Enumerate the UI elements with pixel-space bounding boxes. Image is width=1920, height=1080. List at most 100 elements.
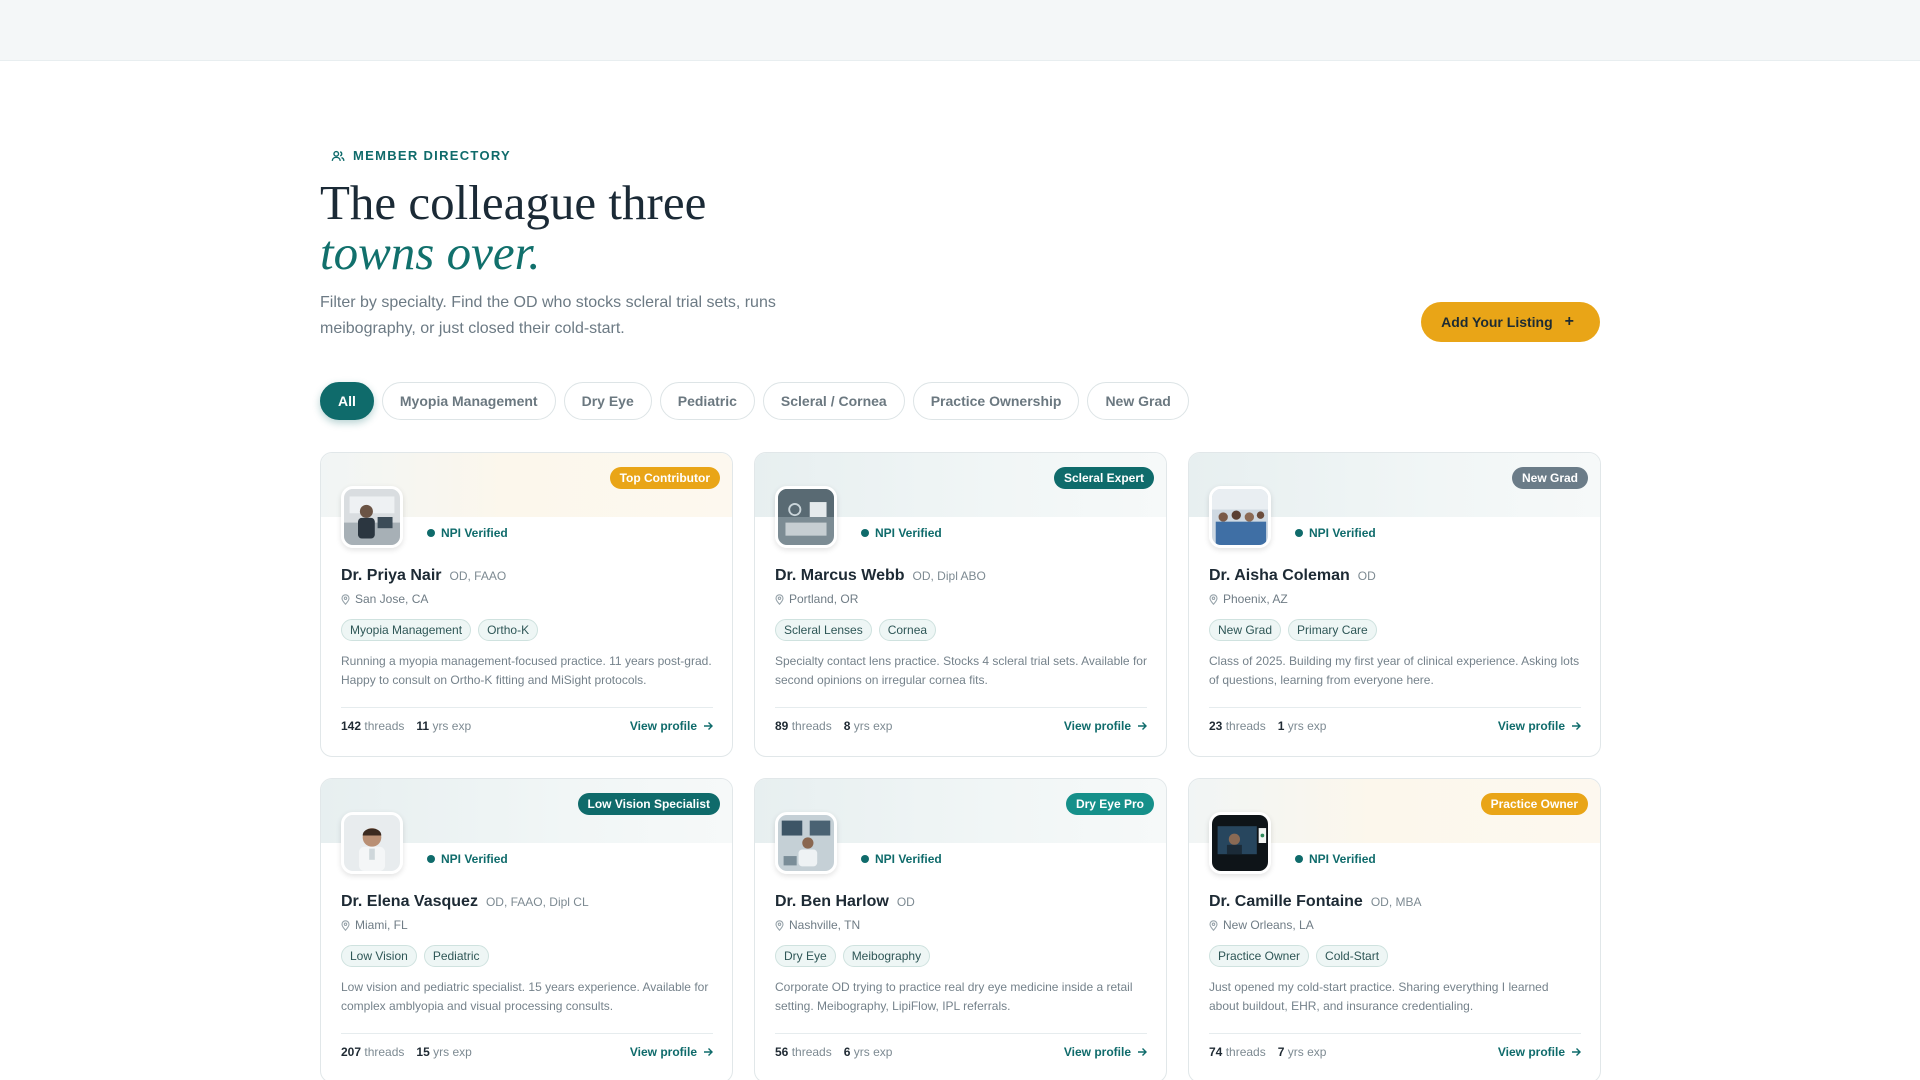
location-pin-icon <box>1209 593 1218 605</box>
filter-chip[interactable]: Practice Ownership <box>912 382 1080 420</box>
filter-chip[interactable]: Myopia Management <box>381 382 556 420</box>
view-profile-label: View profile <box>629 1044 697 1059</box>
thread-count: 56 threads <box>775 1045 832 1059</box>
name-row: Dr. Elena Vasquez OD, FAAO, Dipl CL <box>341 893 589 911</box>
verified-dot-icon <box>1295 855 1303 863</box>
member-badge: Practice Owner <box>1480 793 1588 815</box>
thread-count-value: 142 <box>341 718 362 733</box>
arrow-right-icon <box>1138 721 1147 730</box>
member-stats: 89 threads 8 yrs exp <box>775 719 892 733</box>
years-experience: 8 yrs exp <box>844 719 893 733</box>
verified-label: NPI Verified <box>441 526 508 540</box>
member-card[interactable]: Top Contributor NPI Verified Dr. Priya Nai… <box>320 452 733 757</box>
member-bio: Class of 2025. Building my first year of… <box>1209 654 1580 687</box>
member-name[interactable]: Dr. Elena Vasquez <box>341 893 478 911</box>
member-stats: 207 threads 15 yrs exp <box>341 1045 472 1059</box>
filter-chip[interactable]: New Grad <box>1087 382 1189 420</box>
name-row: Dr. Camille Fontaine OD, MBA <box>1209 893 1421 911</box>
member-card[interactable]: New Grad NPI Verified Dr. Aisha Coleman OD P… <box>1188 452 1601 757</box>
member-bio: Low vision and pediatric specialist. 15 … <box>341 980 709 1013</box>
filter-chip[interactable]: Dry Eye <box>563 382 652 420</box>
member-card[interactable]: Practice Owner NPI Verified Dr. Camille Fo… <box>1188 778 1601 1080</box>
thread-count-value: 207 <box>341 1044 362 1059</box>
name-row: Dr. Marcus Webb OD, Dipl ABO <box>775 567 986 585</box>
member-card[interactable]: Scleral Expert NPI Verified Dr. Marcus Web… <box>754 452 1167 757</box>
member-credentials: OD, Dipl ABO <box>912 569 986 583</box>
member-card[interactable]: Dry Eye Pro NPI Verified Dr. Ben Harlow OD N… <box>754 778 1167 1080</box>
avatar[interactable] <box>1209 812 1271 874</box>
member-credentials: OD <box>1357 569 1376 583</box>
member-stats: 142 threads 11 yrs exp <box>341 719 471 733</box>
specialty-tags: Scleral Lenses Cornea <box>775 619 937 641</box>
avatar[interactable] <box>775 812 837 874</box>
card-footer: 207 threads 15 yrs exp View profile <box>341 1033 713 1069</box>
member-stats: 56 threads 6 yrs exp <box>775 1045 892 1059</box>
filter-chip[interactable]: Scleral / Cornea <box>762 382 905 420</box>
member-card-grid: Top Contributor NPI Verified Dr. Priya Nai… <box>320 452 1601 1080</box>
arrow-right-icon <box>1572 1047 1581 1056</box>
card-footer: 89 threads 8 yrs exp View profile <box>775 707 1147 743</box>
specialty-tags: Low Vision Pediatric <box>341 945 489 967</box>
location-label: Phoenix, AZ <box>1223 592 1288 606</box>
location-label: New Orleans, LA <box>1223 918 1314 932</box>
specialty-tag: Cornea <box>878 619 937 641</box>
avatar[interactable] <box>341 812 403 874</box>
years-label: yrs exp <box>433 1044 472 1059</box>
verified-label: NPI Verified <box>441 852 508 866</box>
location-pin-icon <box>341 593 350 605</box>
years-label: yrs exp <box>853 1044 893 1059</box>
thread-count-label: threads <box>791 1044 832 1059</box>
member-badge: Low Vision Specialist <box>577 793 720 815</box>
thread-count-label: threads <box>1225 1044 1266 1059</box>
add-listing-button[interactable]: Add Your Listing + <box>1421 302 1600 342</box>
member-credentials: OD, FAAO <box>449 569 507 583</box>
arrow-right-icon <box>704 1047 713 1056</box>
view-profile-label: View profile <box>1497 718 1565 733</box>
users-icon <box>331 150 345 161</box>
member-name[interactable]: Dr. Camille Fontaine <box>1209 893 1363 911</box>
card-footer: 23 threads 1 yrs exp View profile <box>1209 707 1581 743</box>
verified-label: NPI Verified <box>875 852 942 866</box>
years-value: 8 <box>843 718 851 733</box>
member-credentials: OD, MBA <box>1370 895 1422 909</box>
page-subtitle: Filter by specialty. Find the OD who sto… <box>320 294 776 337</box>
avatar[interactable] <box>775 486 837 548</box>
member-stats: 74 threads 7 yrs exp <box>1209 1045 1326 1059</box>
years-label: yrs exp <box>1287 1044 1327 1059</box>
member-card[interactable]: Low Vision Specialist NPI Verified Dr. Ele… <box>320 778 733 1080</box>
view-profile-link[interactable]: View profile <box>630 1045 713 1059</box>
thread-count-value: 23 <box>1209 718 1223 733</box>
view-profile-link[interactable]: View profile <box>1064 719 1147 733</box>
verified-label: NPI Verified <box>875 526 942 540</box>
avatar[interactable] <box>341 486 403 548</box>
specialty-tag: New Grad <box>1209 619 1282 641</box>
member-name[interactable]: Dr. Aisha Coleman <box>1209 567 1350 585</box>
verified-dot-icon <box>427 529 435 537</box>
member-name[interactable]: Dr. Marcus Webb <box>775 567 905 585</box>
member-name[interactable]: Dr. Ben Harlow <box>775 893 889 911</box>
npi-verified-badge: NPI Verified <box>861 852 942 866</box>
view-profile-link[interactable]: View profile <box>630 719 713 733</box>
specialty-filter-bar: All Myopia Management Dry Eye Pediatric Scle… <box>320 382 1189 420</box>
member-credentials: OD <box>896 895 915 909</box>
arrow-right-icon <box>1572 721 1581 730</box>
member-bio: Just opened my cold-start practice. Shar… <box>1209 980 1549 1013</box>
thread-count-label: threads <box>1225 718 1266 733</box>
location-label: Portland, OR <box>789 592 859 606</box>
view-profile-label: View profile <box>1497 1044 1565 1059</box>
years-experience: 7 yrs exp <box>1278 1045 1327 1059</box>
avatar[interactable] <box>1209 486 1271 548</box>
filter-chip[interactable]: Pediatric <box>659 382 755 420</box>
filter-chip[interactable]: All <box>320 382 374 420</box>
name-row: Dr. Aisha Coleman OD <box>1209 567 1376 585</box>
member-name[interactable]: Dr. Priya Nair <box>341 567 442 585</box>
thread-count-label: threads <box>364 1044 405 1059</box>
verified-dot-icon <box>861 529 869 537</box>
years-label: yrs exp <box>853 718 893 733</box>
view-profile-label: View profile <box>1063 718 1131 733</box>
specialty-tag: Scleral Lenses <box>775 619 872 641</box>
view-profile-link[interactable]: View profile <box>1064 1045 1147 1059</box>
view-profile-link[interactable]: View profile <box>1498 719 1581 733</box>
specialty-tags: New Grad Primary Care <box>1209 619 1377 641</box>
view-profile-link[interactable]: View profile <box>1498 1045 1581 1059</box>
